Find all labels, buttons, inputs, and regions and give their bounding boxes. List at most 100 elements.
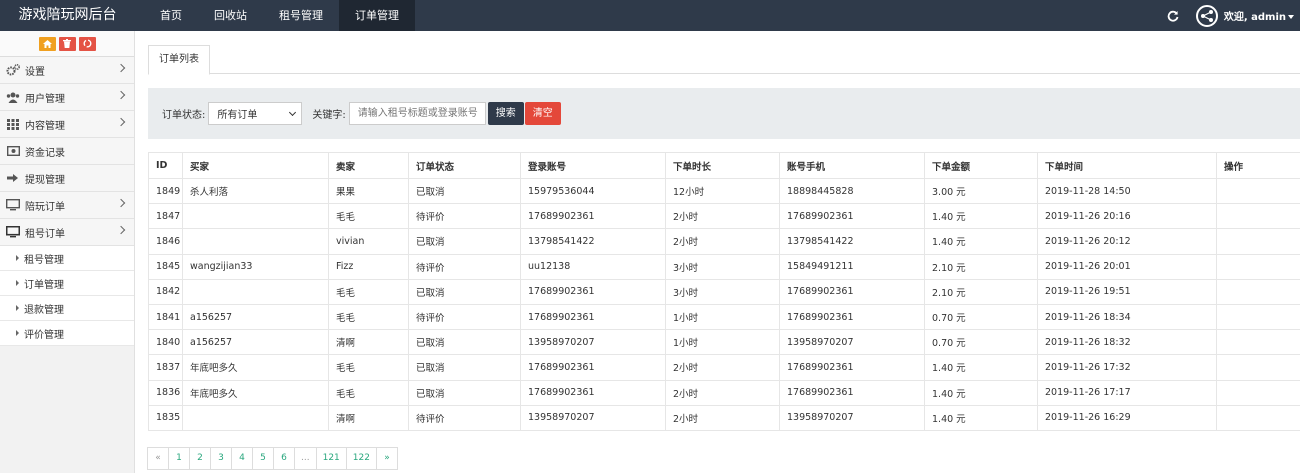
clear-button[interactable]: 清空 — [524, 102, 561, 125]
money-icon — [6, 144, 20, 158]
sidebar-item-rental-orders[interactable]: 租号订单 — [0, 219, 134, 246]
table-cell: 1.40 元 — [924, 379, 1038, 406]
table-cell: a156257 — [182, 303, 329, 331]
tab-order-list[interactable]: 订单列表 — [148, 45, 210, 75]
table-cell: wangzijian33 — [182, 253, 329, 280]
table-cell: 清啊 — [328, 404, 409, 431]
table-row[interactable]: 1835 清啊 待评价 13958970207 2小时 13958970207 1.40 元… — [148, 404, 1300, 431]
page-link[interactable]: 4 — [231, 447, 253, 470]
nav-order-management[interactable]: 订单管理 — [339, 0, 415, 31]
column-header: 下单时长 — [665, 152, 780, 179]
table-cell: 1845 — [148, 253, 183, 280]
table-cell: 17689902361 — [520, 354, 666, 381]
table-cell — [1216, 303, 1300, 331]
table-cell: 2019-11-26 19:51 — [1037, 278, 1217, 305]
column-header: 账号手机 — [779, 152, 925, 179]
table-cell: 0.70 元 — [924, 303, 1038, 331]
submenu-item-refund-management[interactable]: 退款管理 — [0, 296, 134, 321]
column-header: 下单金额 — [924, 152, 1038, 179]
shortcut-bar — [0, 31, 134, 57]
page-link[interactable]: 6 — [273, 447, 295, 470]
page-link[interactable]: 121 — [315, 447, 347, 470]
table-cell: 已取消 — [408, 354, 521, 381]
table-cell: vivian — [328, 228, 409, 255]
app-title[interactable]: 游戏陪玩网后台 — [0, 0, 135, 31]
page-link[interactable]: 3 — [210, 447, 232, 470]
table-cell: 2019-11-26 17:17 — [1037, 379, 1217, 406]
column-header: 操作 — [1216, 152, 1300, 179]
table-row[interactable]: 1846 vivian 已取消 13798541422 2小时 13798541422 1.… — [148, 228, 1300, 255]
tab-bar: 订单列表 — [148, 45, 1300, 75]
table-cell: 已取消 — [408, 177, 521, 205]
table-cell: 17689902361 — [520, 203, 666, 230]
table-cell: 2小时 — [665, 228, 780, 255]
home-shortcut-button[interactable] — [38, 36, 56, 51]
table-cell: 毛毛 — [328, 203, 409, 230]
order-status-select[interactable]: 所有订单 — [208, 102, 303, 125]
orders-table-container: ID 买家 卖家 订单状态 登录账号 下单时长 账号手机 下单金额 下单时间 操作 1849 杀人利… — [148, 152, 1300, 431]
table-cell: 3小时 — [665, 278, 780, 305]
search-button[interactable]: 搜索 — [487, 102, 524, 125]
pagination: «1 2 3 4 5 6... 121 122» — [147, 447, 398, 470]
sidebar-item-content[interactable]: 内容管理 — [0, 111, 134, 138]
table-cell — [1216, 379, 1300, 406]
keyword-input[interactable] — [348, 102, 486, 125]
table-cell: 2.10 元 — [924, 278, 1038, 305]
table-row[interactable]: 1836 年底吧多久 毛毛 已取消 17689902361 2小时 17689902361 1… — [148, 379, 1300, 406]
table-cell: 2019-11-26 17:32 — [1037, 354, 1217, 381]
table-row[interactable]: 1842 毛毛 已取消 17689902361 3小时 17689902361 2.10 元… — [148, 278, 1300, 305]
table-cell: 毛毛 — [328, 379, 409, 406]
table-cell: 15979536044 — [520, 177, 666, 205]
page-link[interactable]: 2 — [189, 447, 211, 470]
table-cell: 待评价 — [408, 404, 521, 431]
sidebar-item-label: 用户管理 — [25, 93, 65, 105]
table-cell: 1836 — [148, 379, 183, 406]
sidebar-item-settings[interactable]: 设置 — [0, 57, 134, 84]
page-link[interactable]: 122 — [345, 447, 377, 470]
table-cell — [1216, 253, 1300, 280]
column-header: ID — [148, 152, 183, 179]
sidebar-item-users[interactable]: 用户管理 — [0, 84, 134, 111]
table-cell: 17689902361 — [520, 303, 666, 331]
table-cell: 2019-11-26 20:16 — [1037, 203, 1217, 230]
table-row[interactable]: 1837 年底吧多久 毛毛 已取消 17689902361 2小时 17689902361 1… — [148, 354, 1300, 381]
table-row[interactable]: 1847 毛毛 待评价 17689902361 2小时 17689902361 1.40 元… — [148, 203, 1300, 230]
table-cell: 17689902361 — [520, 379, 666, 406]
nav-recycle-bin[interactable]: 回收站 — [198, 0, 263, 31]
nav-home[interactable]: 首页 — [144, 0, 198, 31]
page-link[interactable]: » — [375, 447, 398, 470]
welcome-text: 欢迎, admin — [1223, 12, 1286, 23]
table-cell: 果果 — [328, 177, 409, 205]
table-cell: 12小时 — [665, 177, 780, 205]
sidebar-item-funds[interactable]: 资金记录 — [0, 138, 134, 165]
table-cell: 15849491211 — [779, 253, 925, 280]
table-cell: 13958970207 — [779, 404, 925, 431]
avatar-share-icon[interactable] — [1195, 4, 1218, 27]
sidebar-item-withdrawals[interactable]: 提现管理 — [0, 165, 134, 192]
page-link[interactable]: « — [147, 447, 169, 470]
table-cell — [1216, 278, 1300, 305]
caret-right-icon — [16, 330, 19, 336]
table-cell — [1216, 177, 1300, 205]
nav-rental-management[interactable]: 租号管理 — [263, 0, 339, 31]
table-cell: 3.00 元 — [924, 177, 1038, 205]
page-link[interactable]: 1 — [168, 447, 190, 470]
table-row[interactable]: 1845 wangzijian33 Fizz 待评价 uu12138 3小时 1584949… — [148, 253, 1300, 280]
trash-shortcut-button[interactable] — [58, 36, 76, 51]
submenu-item-rental-management[interactable]: 租号管理 — [0, 246, 134, 271]
submenu-item-review-management[interactable]: 评价管理 — [0, 321, 134, 346]
page-link[interactable]: 5 — [252, 447, 274, 470]
table-row[interactable]: 1841 a156257 毛毛 待评价 17689902361 1小时 1768990236… — [148, 303, 1300, 331]
table-row[interactable]: 1849 杀人利落 果果 已取消 15979536044 12小时 18898445828 3… — [148, 177, 1300, 205]
keyword-label: 关键字: — [312, 110, 346, 121]
table-cell: 毛毛 — [328, 354, 409, 381]
sidebar-item-companion-orders[interactable]: 陪玩订单 — [0, 192, 134, 219]
refresh-icon[interactable] — [1166, 9, 1180, 23]
caret-right-icon — [16, 305, 19, 311]
submenu-item-order-management[interactable]: 订单管理 — [0, 271, 134, 296]
table-cell: 年底吧多久 — [182, 379, 329, 406]
user-menu-toggle[interactable]: 欢迎, admin — [1224, 8, 1294, 23]
table-cell: 1小时 — [665, 303, 780, 331]
table-row[interactable]: 1840 a156257 清啊 已取消 13958970207 1小时 1395897020… — [148, 329, 1300, 356]
recycle-shortcut-button[interactable] — [78, 36, 96, 51]
